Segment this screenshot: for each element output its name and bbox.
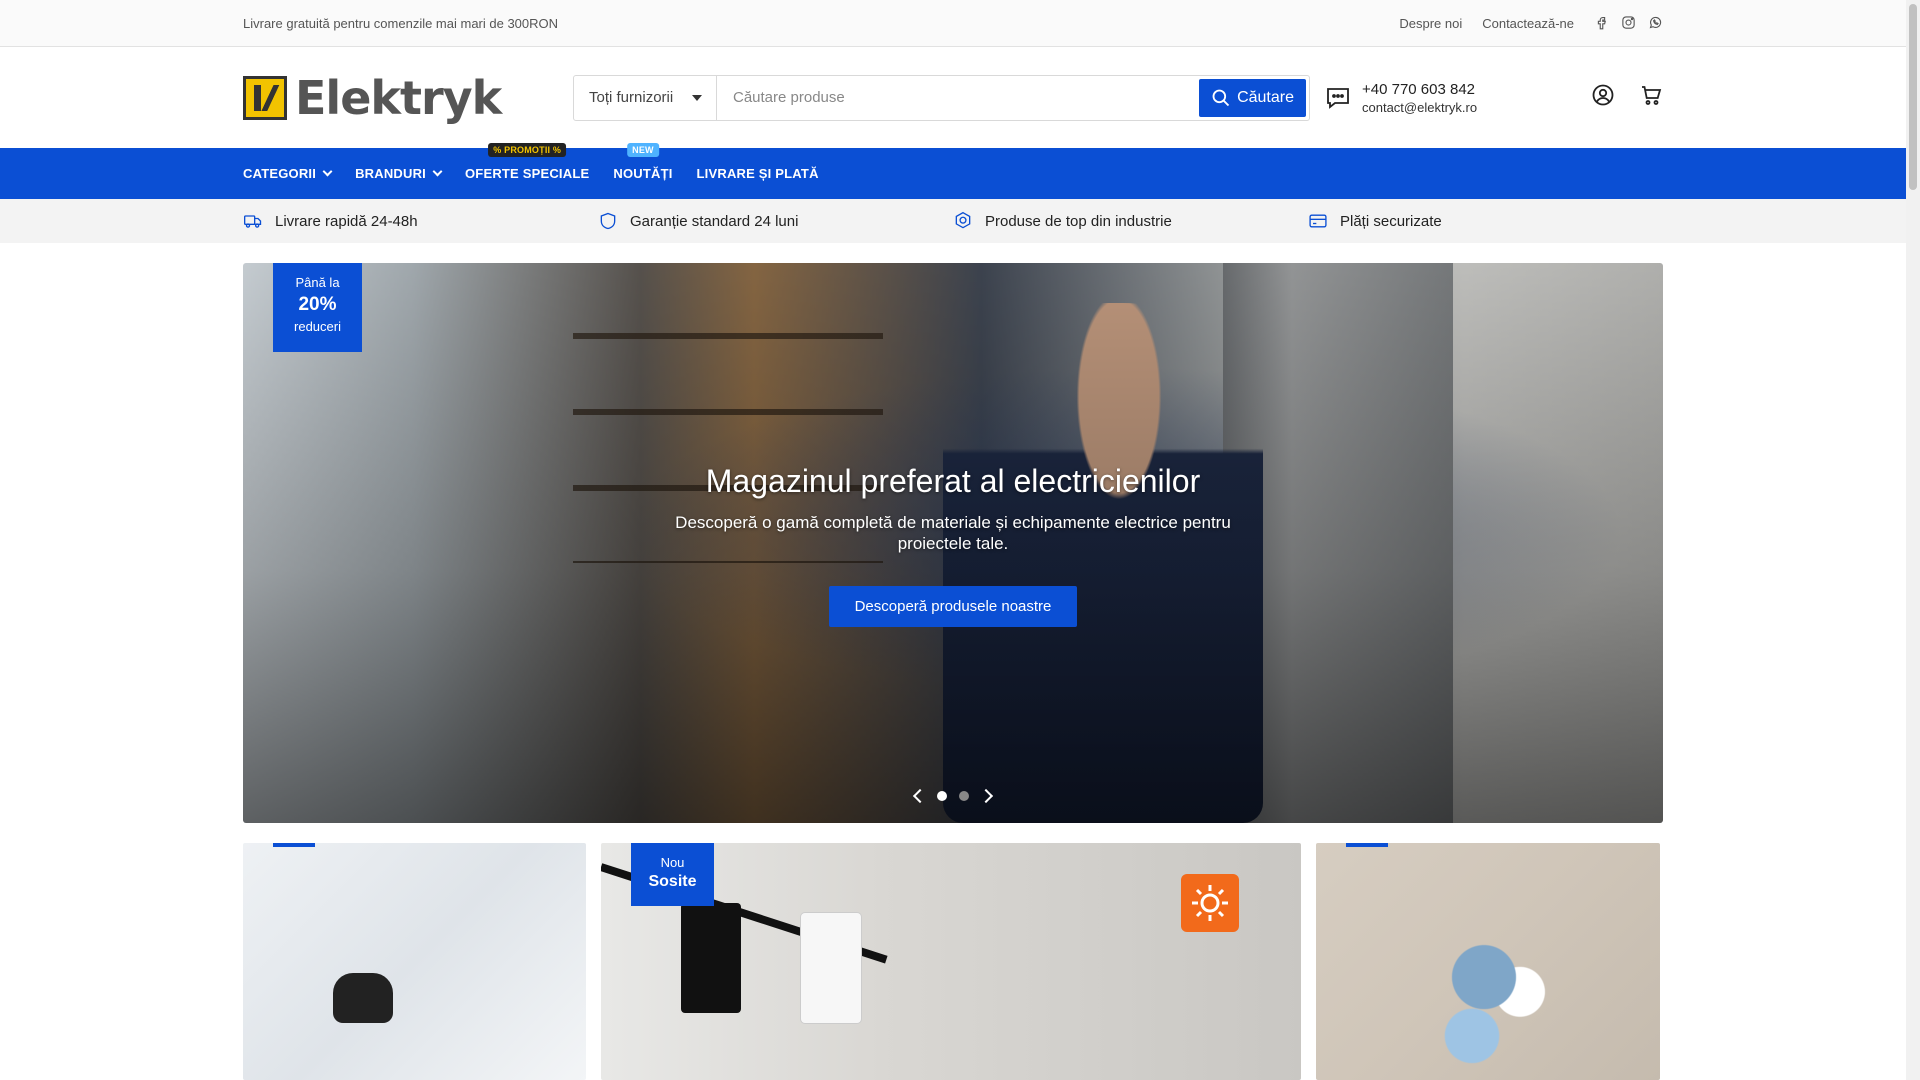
nav-item-special-offers[interactable]: % PROMOȚII % OFERTE SPECIALE: [465, 143, 590, 181]
feature-label: Produse de top din industrie: [985, 212, 1172, 230]
discount-tag-value: 20%: [298, 294, 337, 315]
card-accent: [273, 843, 315, 847]
search-icon: [1212, 89, 1230, 106]
supplier-select-value: Toți furnizorii: [589, 89, 674, 106]
hero-banner: Până la 20% reduceri Magazinul preferat …: [243, 263, 1663, 823]
new-arrivals-tag: Nou Sosite: [631, 843, 714, 906]
nav-item-categories[interactable]: CATEGORII: [243, 166, 333, 181]
nav-item-label: LIVRARE ȘI PLATĂ: [696, 166, 819, 181]
account-icon[interactable]: [1591, 83, 1615, 112]
nav-item-news[interactable]: NEW NOUTĂȚI: [613, 143, 673, 181]
scrollbar-thumb[interactable]: [1909, 4, 1917, 190]
whatsapp-icon[interactable]: [1648, 15, 1663, 33]
feature-label: Plăți securizate: [1340, 212, 1442, 230]
chevron-down-icon: [432, 166, 443, 177]
hero-subtitle: Descoperă o gamă completă de materiale ș…: [675, 513, 1231, 553]
promo-cards: Nou Sosite: [243, 843, 1663, 1080]
instagram-icon[interactable]: [1621, 15, 1636, 33]
free-shipping-notice: Livrare gratuită pentru comenzile mai ma…: [243, 16, 559, 31]
about-link[interactable]: Despre noi: [1399, 16, 1462, 31]
contact-info: +40 770 603 842 contact@elektryk.ro: [1324, 81, 1477, 115]
search-input[interactable]: [717, 75, 1197, 120]
sun-logo-icon: [1181, 874, 1239, 932]
header: Elektryk Toți furnizorii Căutare +40 770…: [0, 47, 1920, 148]
discover-products-button[interactable]: Descoperă produsele noastre: [828, 586, 1078, 627]
truck-icon: [244, 215, 262, 228]
card-icon: [1309, 214, 1327, 228]
hero-carousel-controls: [912, 788, 994, 804]
chevron-right-icon[interactable]: [978, 788, 994, 804]
chat-icon: [1327, 87, 1349, 109]
feature-warranty: Garanție standard 24 luni: [598, 211, 953, 231]
cart-icon[interactable]: [1639, 83, 1663, 112]
top-bar: Livrare gratuită pentru comenzile mai ma…: [0, 0, 1920, 47]
nav-item-delivery-payment[interactable]: LIVRARE ȘI PLATĂ: [697, 166, 819, 181]
main-nav: CATEGORII BRANDURI % PROMOȚII % OFERTE S…: [0, 143, 1920, 199]
card-image-white-spotlight: [801, 913, 861, 1023]
search-bar: Toți furnizorii Căutare: [573, 74, 1310, 121]
facebook-icon[interactable]: [1594, 15, 1609, 33]
promo-badge: % PROMOȚII %: [488, 143, 567, 157]
logo[interactable]: Elektryk: [243, 71, 573, 125]
supplier-select[interactable]: Toți furnizorii: [574, 75, 717, 120]
discount-tag-bottom: reduceri: [294, 319, 341, 334]
contact-link[interactable]: Contactează-ne: [1482, 16, 1574, 31]
logo-icon: [243, 75, 287, 120]
feature-top-products: Produse de top din industrie: [953, 211, 1308, 231]
logo-text: Elektryk: [295, 70, 502, 125]
page-scrollbar[interactable]: [1906, 0, 1920, 1080]
promo-card-new-arrivals[interactable]: Nou Sosite: [601, 843, 1301, 1080]
carousel-dot[interactable]: [937, 791, 947, 801]
shield-icon: [600, 212, 616, 230]
hero-content: Magazinul preferat al electricienilor De…: [243, 463, 1663, 627]
feature-label: Livrare rapidă 24-48h: [275, 212, 418, 230]
contact-email[interactable]: contact@elektryk.ro: [1362, 100, 1477, 115]
search-button-label: Căutare: [1237, 88, 1294, 106]
card-image-glove: [333, 973, 393, 1023]
card-image-black-spotlight: [681, 903, 741, 1013]
features-bar: Livrare rapidă 24-48h Garanție standard …: [0, 199, 1920, 243]
new-badge: NEW: [627, 143, 659, 157]
new-arrivals-tag-top: Nou: [660, 855, 685, 870]
search-button[interactable]: Căutare: [1199, 78, 1306, 117]
feature-secure-payments: Plăți securizate: [1308, 211, 1663, 231]
chevron-left-icon[interactable]: [912, 788, 928, 804]
carousel-dot[interactable]: [959, 791, 969, 801]
contact-phone[interactable]: +40 770 603 842: [1362, 81, 1477, 98]
promo-card-family[interactable]: [1316, 843, 1660, 1080]
hero-title: Magazinul preferat al electricienilor: [705, 463, 1201, 499]
nav-item-label: BRANDURI: [355, 166, 426, 181]
badge-icon: [955, 211, 971, 229]
chevron-down-icon: [322, 166, 333, 177]
new-arrivals-tag-bottom: Sosite: [648, 873, 697, 890]
promo-card-installation[interactable]: [243, 843, 586, 1080]
discount-tag-top: Până la: [295, 275, 340, 290]
nav-item-label: NOUTĂȚI: [613, 166, 673, 181]
nav-item-label: OFERTE SPECIALE: [465, 166, 590, 181]
feature-label: Garanție standard 24 luni: [630, 212, 799, 230]
nav-item-brands[interactable]: BRANDURI: [355, 166, 443, 181]
discount-tag: Până la 20% reduceri: [273, 263, 362, 352]
feature-fast-delivery: Livrare rapidă 24-48h: [243, 211, 598, 231]
nav-item-label: CATEGORII: [243, 166, 317, 181]
caret-down-icon: [692, 94, 702, 101]
card-image-family: [1436, 933, 1556, 1080]
card-accent: [1346, 843, 1388, 847]
